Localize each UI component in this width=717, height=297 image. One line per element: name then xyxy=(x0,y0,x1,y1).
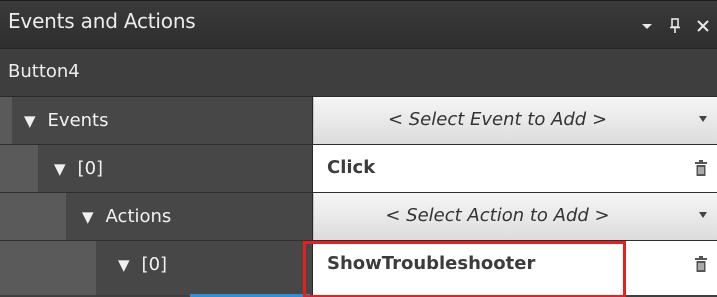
event-name: Click xyxy=(327,157,376,178)
grid-row-events: ▼ Events < Select Event to Add > xyxy=(0,97,717,145)
tree-node-event-0[interactable]: ▼ [0] xyxy=(0,145,313,192)
chevron-down-icon[interactable] xyxy=(639,17,655,35)
events-property-grid: ▼ Events < Select Event to Add > ▼ [0] C… xyxy=(0,97,717,295)
selected-object-name: Button4 xyxy=(8,61,80,82)
tree-node-label: ▼ [0] xyxy=(118,254,167,275)
tree-node-actions[interactable]: ▼ Actions xyxy=(0,193,313,240)
tree-node-action-0[interactable]: ▼ [0] xyxy=(0,241,313,295)
expand-arrow-icon[interactable]: ▼ xyxy=(118,256,130,274)
pin-icon[interactable] xyxy=(667,17,683,35)
select-event-placeholder: < Select Event to Add > xyxy=(387,109,608,130)
grid-row-action-0: ▼ [0] ShowTroubleshooter xyxy=(0,241,717,295)
close-icon[interactable] xyxy=(695,17,711,35)
indent-gutter xyxy=(0,193,66,240)
select-action-dropdown[interactable]: < Select Action to Add > xyxy=(313,193,717,240)
tree-node-label: ▼ Events xyxy=(24,110,109,131)
events-and-actions-panel: Events and Actions Button4 ▼ Events < Se… xyxy=(0,0,717,297)
trash-icon[interactable] xyxy=(694,255,708,273)
events-label: Events xyxy=(47,110,109,131)
indent-gutter xyxy=(0,97,12,144)
panel-window-controls xyxy=(639,17,711,35)
action-index-label: [0] xyxy=(141,254,168,275)
actions-label: Actions xyxy=(105,206,172,227)
grid-row-event-0: ▼ [0] Click xyxy=(0,145,717,193)
grid-row-actions: ▼ Actions < Select Action to Add > xyxy=(0,193,717,241)
panel-titlebar: Events and Actions xyxy=(0,1,717,49)
tree-node-events[interactable]: ▼ Events xyxy=(0,97,313,144)
expand-arrow-icon[interactable]: ▼ xyxy=(24,112,36,130)
event-value-cell[interactable]: Click xyxy=(313,145,717,192)
trash-icon[interactable] xyxy=(694,159,708,177)
action-value-cell[interactable]: ShowTroubleshooter xyxy=(313,241,717,295)
expand-arrow-icon[interactable]: ▼ xyxy=(54,160,66,178)
panel-title: Events and Actions xyxy=(8,9,196,33)
indent-gutter xyxy=(0,241,96,295)
select-event-dropdown[interactable]: < Select Event to Add > xyxy=(313,97,717,144)
action-name: ShowTroubleshooter xyxy=(327,253,536,274)
dropdown-arrow-icon[interactable] xyxy=(699,116,707,122)
indent-gutter xyxy=(0,145,38,192)
selected-object-bar: Button4 xyxy=(0,49,717,97)
tree-node-label: ▼ [0] xyxy=(54,158,103,179)
tree-node-label: ▼ Actions xyxy=(82,206,171,227)
expand-arrow-icon[interactable]: ▼ xyxy=(82,208,94,226)
select-action-placeholder: < Select Action to Add > xyxy=(385,205,610,226)
event-index-label: [0] xyxy=(77,158,104,179)
dropdown-arrow-icon[interactable] xyxy=(699,212,707,218)
